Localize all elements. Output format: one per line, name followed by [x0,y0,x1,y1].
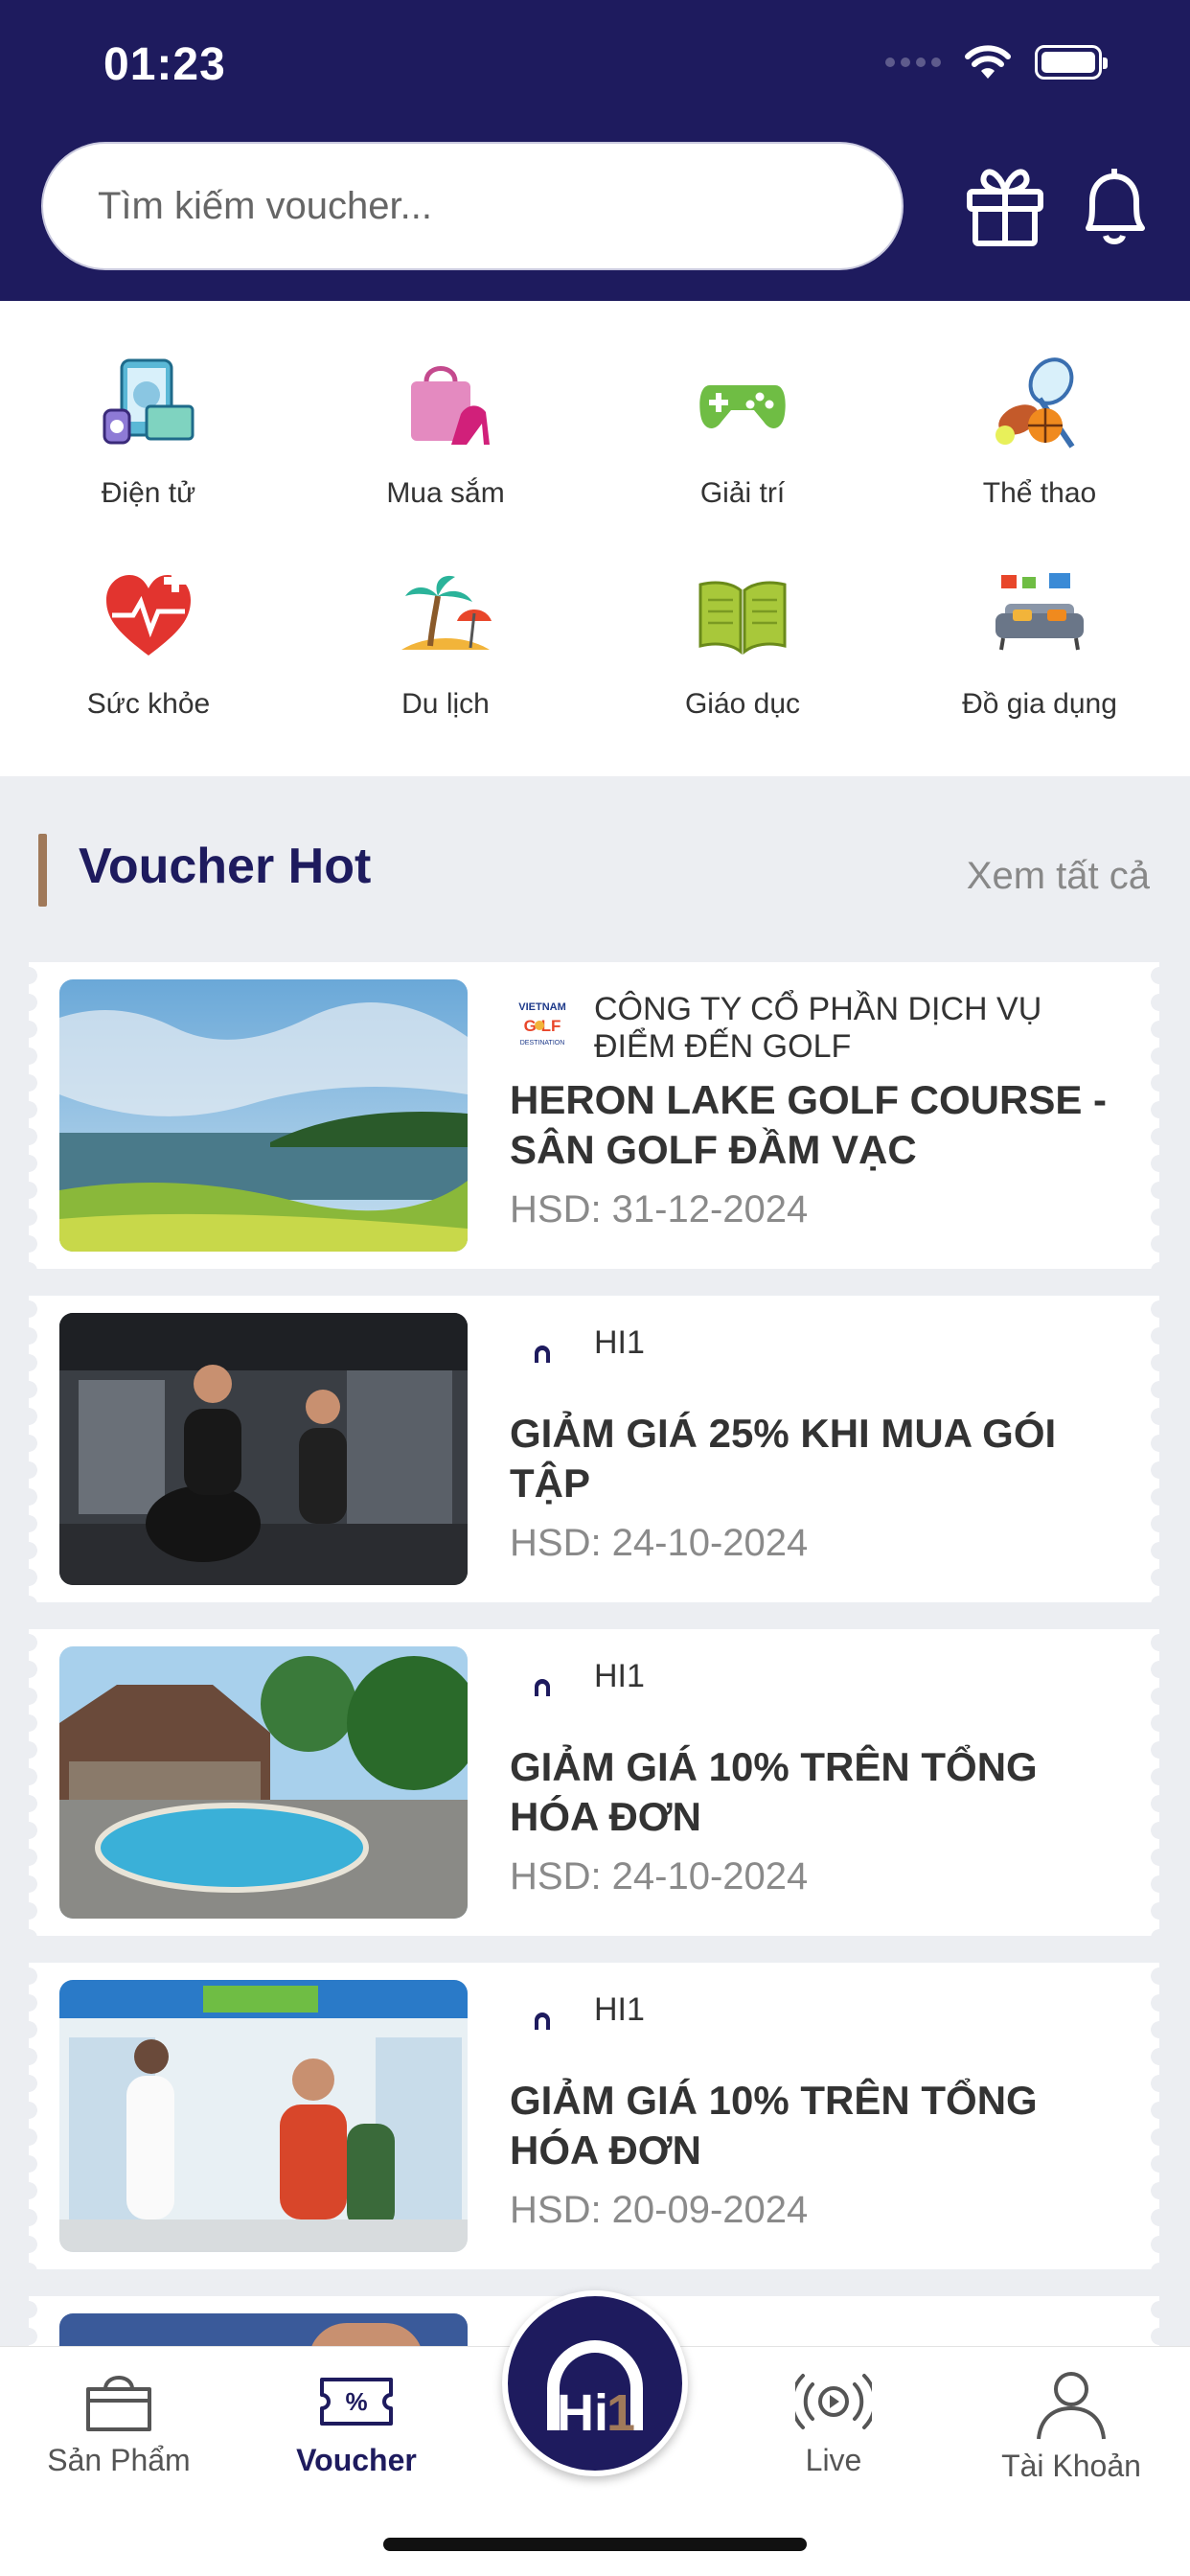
svg-text:VIETNAM: VIETNAM [518,1001,566,1013]
voucher-image [59,1980,468,2252]
gamepad-icon [699,385,786,428]
category-label: Giải trí [699,477,786,509]
heart-pulse-icon [106,569,191,656]
category-label: Giáo dục [684,688,801,720]
gift-icon[interactable] [962,163,1048,249]
status-time: 01:23 [103,39,226,90]
merchant-name: HI1 [594,1658,645,1694]
shopping-bag-icon [411,366,490,445]
category-shopping[interactable]: Mua sắm [297,356,594,510]
merchant-logo-icon [535,1679,550,1696]
beach-icon [401,575,492,650]
category-sports[interactable]: Thể thao [891,356,1188,510]
sofa-icon [995,573,1084,651]
voucher-title: HERON LAKE GOLF COURSE - SÂN GOLF ĐẦM VẠ… [510,1077,1108,1172]
voucher-title: GIẢM GIÁ 25% KHI MUA GÓI TẬP [510,1411,1057,1506]
merchant-logo-icon [535,1346,550,1363]
voucher-card[interactable]: HI1 GIẢM GIÁ 25% KHI MUA GÓI TẬP HSD: 24… [29,1296,1159,1602]
voucher-title: GIẢM GIÁ 10% TRÊN TỔNG HÓA ĐƠN [510,1744,1038,1839]
category-label: Thể thao [982,477,1097,509]
voucher-card[interactable]: HI1 GIẢM GIÁ 10% TRÊN TỔNG HÓA ĐƠN HSD: … [29,1963,1159,2269]
category-home-goods[interactable]: Đồ gia dụng [891,567,1188,721]
svg-text:%: % [345,2387,367,2416]
voucher-expiry: HSD: 31-12-2024 [510,1188,809,1230]
voucher-card[interactable]: HI1 GIẢM GIÁ 10% TRÊN TỔNG HÓA ĐƠN HSD: … [29,1629,1159,1936]
tab-products[interactable]: Sản Phẩm [0,2347,238,2478]
tab-live[interactable]: Live [715,2347,952,2478]
tab-label: Sản Phẩm [47,2443,191,2477]
category-label: Du lịch [401,688,490,720]
hi1-logo-icon: Hi 1 [547,2340,643,2442]
tab-label: Live [805,2443,862,2477]
merchant-logo-icon: VIETNAM G LF DESTINATION [518,1001,566,1046]
category-label: Đồ gia dụng [962,688,1117,720]
svg-text:1: 1 [606,2384,635,2442]
see-all-link[interactable]: Xem tất cả [967,855,1150,898]
category-label: Mua sắm [386,477,505,509]
tab-label: Voucher [296,2443,417,2477]
wifi-icon [965,45,1011,79]
section-accent-bar [38,834,47,907]
tab-account[interactable]: Tài Khoản [952,2347,1190,2484]
category-label: Điện tử [101,477,196,509]
user-icon [1037,2372,1106,2440]
voucher-image [59,1646,468,1919]
voucher-expiry: HSD: 20-09-2024 [510,2189,809,2231]
category-electronics[interactable]: Điện tử [0,356,297,510]
sports-icon [995,357,1075,448]
book-icon [698,581,787,656]
tab-label: Tài Khoản [1001,2449,1141,2483]
tab-voucher[interactable]: % Voucher [238,2347,475,2478]
home-indicator [383,2538,807,2551]
merchant-name: HI1 [594,1991,645,2028]
home-logo-button[interactable]: Hi 1 [502,2290,688,2476]
live-broadcast-icon [795,2374,872,2429]
shopping-bag-icon [86,2376,151,2431]
voucher-image [59,1313,468,1585]
merchant-name: CÔNG TY CỔ PHẦN DỊCH VỤ ĐIỂM ĐẾN GOLF [594,991,1042,1065]
category-entertainment[interactable]: Giải trí [594,356,891,510]
category-label: Sức khỏe [86,688,211,720]
category-health[interactable]: Sức khỏe [0,567,297,721]
category-grid: Điện tử Mua sắm Giải trí Thể thao Sức kh… [0,301,1190,776]
search-placeholder: Tìm kiếm voucher... [98,184,432,227]
svg-text:DESTINATION: DESTINATION [520,1040,565,1046]
merchant-name: HI1 [594,1324,645,1361]
bell-icon[interactable] [1071,163,1157,249]
top-header: 01:23 Tìm kiếm voucher... [0,0,1190,301]
voucher-title: GIẢM GIÁ 10% TRÊN TỔNG HÓA ĐƠN [510,2078,1038,2173]
category-education[interactable]: Giáo dục [594,567,891,721]
voucher-ticket-icon: % [320,2378,393,2426]
status-icons [885,44,1108,80]
category-travel[interactable]: Du lịch [297,567,594,721]
voucher-card[interactable]: VIETNAM G LF DESTINATION CÔNG TY CỔ PHẦN… [29,962,1159,1269]
search-input[interactable]: Tìm kiếm voucher... [41,142,904,270]
section-title: Voucher Hot [79,839,372,894]
voucher-expiry: HSD: 24-10-2024 [510,1522,809,1564]
electronics-icon [103,358,195,445]
voucher-image [59,979,468,1252]
merchant-logo-icon [535,2012,550,2030]
battery-icon [1035,45,1108,80]
svg-text:Hi: Hi [557,2384,608,2442]
voucher-expiry: HSD: 24-10-2024 [510,1855,809,1898]
signal-icon [885,58,941,67]
